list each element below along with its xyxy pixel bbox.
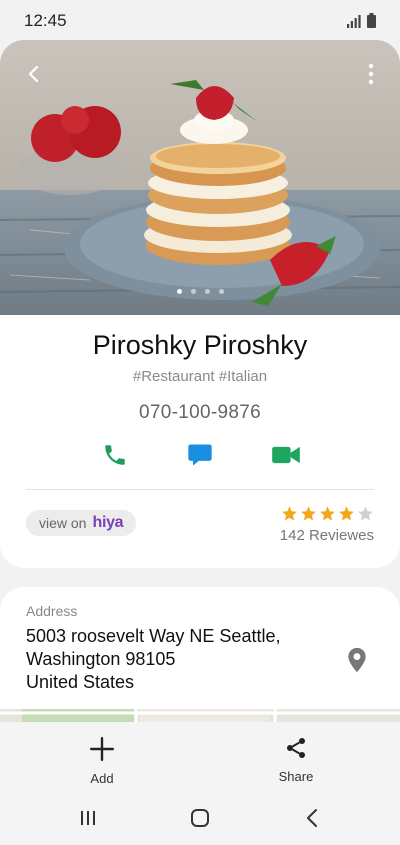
home-icon [191,809,209,827]
back-nav-button[interactable] [297,806,327,830]
recents-icon [81,811,95,825]
address-text: 5003 roosevelt Way NE Seattle, Washingto… [26,625,280,694]
page-dot [204,289,210,294]
signal-icon [347,15,361,28]
divider [26,489,374,490]
recents-button[interactable] [73,806,103,830]
view-on-hiya-button[interactable]: view on hiya [26,510,137,536]
add-button[interactable]: Add [62,736,142,786]
location-pin-icon[interactable] [346,647,368,673]
star-empty-icon [358,506,373,521]
star-icon [320,506,335,521]
address-label: Address [26,603,78,619]
status-icons [347,13,376,28]
message-button[interactable] [185,440,215,470]
page-dot [218,289,224,294]
bottom-action-bar: Add Share [0,722,400,790]
battery-icon [367,13,376,28]
review-count: 142 Reviewes [279,527,374,544]
contact-card: Piroshky Piroshky #Restaurant #Italian 0… [0,40,400,568]
video-icon [272,446,300,464]
status-time: 12:45 [24,11,67,30]
address-line-3: United States [26,672,135,692]
star-icon [301,506,316,521]
contact-name: Piroshky Piroshky [92,330,308,360]
add-icon [89,736,115,762]
star-icon [282,506,297,521]
hiya-logo: hiya [92,514,124,531]
home-button[interactable] [185,806,215,830]
address-line-1: 5003 roosevelt Way NE Seattle, [26,626,281,646]
contact-tags: #Restaurant #Italian [132,368,268,385]
share-label: Share [278,769,314,784]
star-icon [339,506,354,521]
call-button[interactable] [100,440,130,470]
add-label: Add [90,771,114,786]
share-icon [287,738,305,758]
status-bar: 12:45 [0,0,400,40]
more-icon[interactable] [366,62,376,86]
hiya-prefix: view on [39,515,87,531]
back-icon[interactable] [22,62,46,86]
page-indicator [0,289,400,294]
phone-icon [105,445,125,465]
system-nav-bar [0,790,400,845]
back-nav-icon [307,809,317,827]
share-button[interactable]: Share [256,736,336,784]
page-dot [190,289,196,294]
hero-photo [0,40,400,315]
phone-number: 070-100-9876 [139,402,261,423]
address-line-2: Washington 98105 [26,649,176,669]
page-dot-active [176,289,182,294]
rating-stars [281,505,374,522]
message-icon [188,444,212,466]
pancake-photo [0,40,400,315]
video-call-button[interactable] [271,440,301,470]
